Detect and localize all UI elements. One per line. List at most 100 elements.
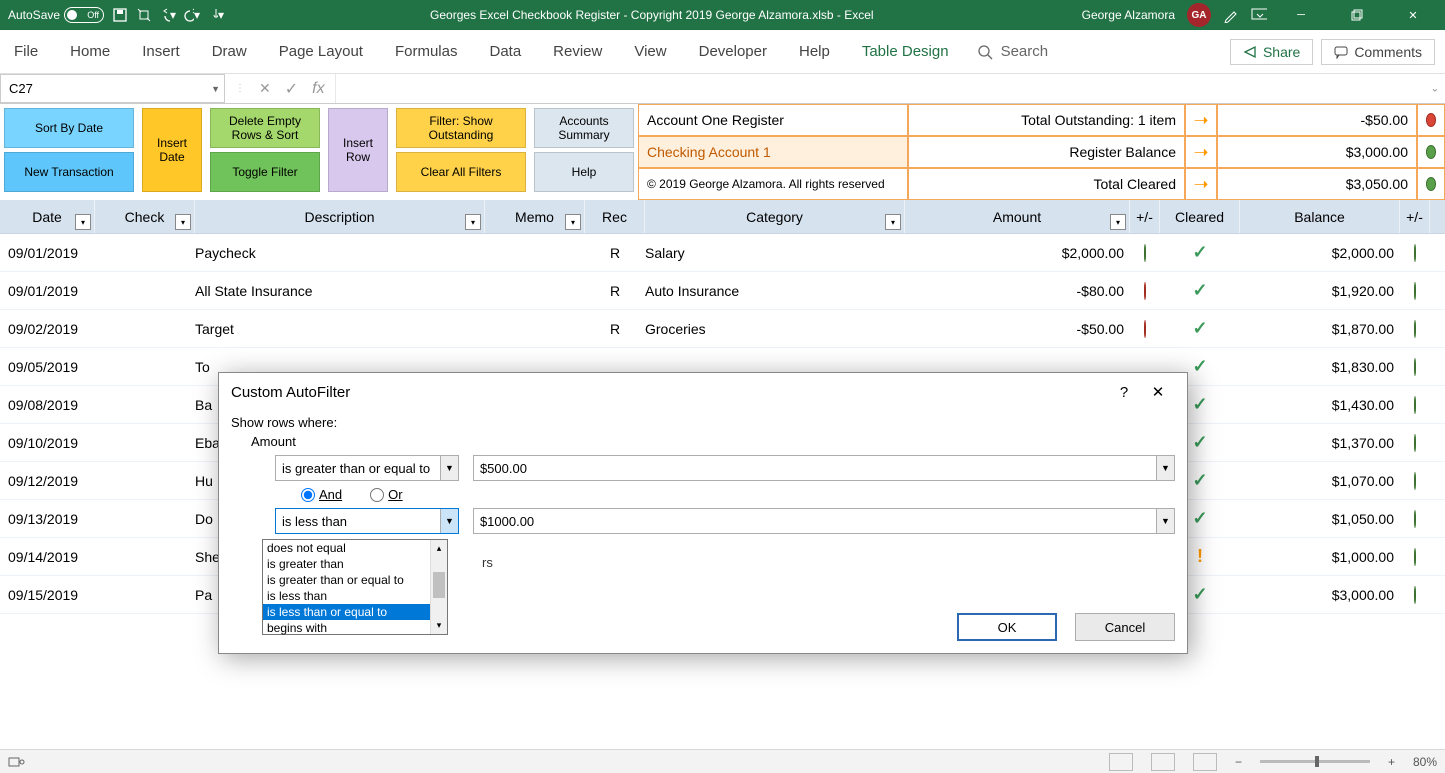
scroll-up-icon[interactable]: ▴: [431, 540, 447, 557]
share-button[interactable]: Share: [1230, 39, 1313, 65]
arrow-icon: ➝: [1185, 136, 1217, 168]
summary-r1-dot: [1417, 104, 1445, 136]
tab-home[interactable]: Home: [66, 37, 114, 66]
sort-by-date-button[interactable]: Sort By Date: [4, 108, 134, 148]
col-date[interactable]: Date▾: [0, 200, 95, 233]
col-desc[interactable]: Description▾: [195, 200, 485, 233]
undo-icon[interactable]: ▾: [160, 7, 176, 23]
col-check[interactable]: Check▾: [95, 200, 195, 233]
zoom-out-button[interactable]: −: [1235, 755, 1242, 769]
delete-empty-button[interactable]: Delete Empty Rows & Sort: [210, 108, 320, 148]
name-box[interactable]: C27▼: [0, 74, 225, 103]
summary-r2-val: $3,000.00: [1217, 136, 1417, 168]
formula-bar: C27▼ ⋮ ✕ ✓ fx ⌄: [0, 74, 1445, 104]
clear-filters-button[interactable]: Clear All Filters: [396, 152, 526, 192]
dropdown-option[interactable]: is less than or equal to: [263, 604, 447, 620]
save-icon[interactable]: [112, 7, 128, 23]
dropdown-scrollbar[interactable]: ▴ ▾: [430, 540, 447, 634]
operator1-combo[interactable]: is greater than or equal to▼: [275, 455, 459, 481]
user-name[interactable]: George Alzamora: [1082, 8, 1175, 22]
minimize-button[interactable]: ─: [1279, 0, 1323, 30]
pen-icon[interactable]: [1223, 7, 1239, 23]
summary-r3-mid: Total Cleared: [908, 168, 1185, 200]
tab-help[interactable]: Help: [795, 37, 834, 66]
search-icon: [977, 44, 993, 60]
zoom-slider[interactable]: [1260, 760, 1370, 763]
table-row[interactable]: 09/02/2019TargetRGroceries-$50.00✓$1,870…: [0, 310, 1445, 348]
autosave-toggle[interactable]: AutoSave Off: [8, 7, 104, 23]
tab-data[interactable]: Data: [485, 37, 525, 66]
redo-icon[interactable]: ▾: [184, 7, 200, 23]
tab-formulas[interactable]: Formulas: [391, 37, 462, 66]
help-button[interactable]: Help: [534, 152, 634, 192]
new-transaction-button[interactable]: New Transaction: [4, 152, 134, 192]
status-bar: − + 80%: [0, 749, 1445, 773]
tab-draw[interactable]: Draw: [208, 37, 251, 66]
tab-review[interactable]: Review: [549, 37, 606, 66]
value2-combo[interactable]: $1000.00▼: [473, 508, 1175, 534]
autosave-label: AutoSave: [8, 8, 60, 22]
restore-button[interactable]: [1335, 0, 1379, 30]
insert-row-button[interactable]: Insert Row: [328, 108, 388, 192]
accounts-summary-button[interactable]: Accounts Summary: [534, 108, 634, 148]
insert-date-button[interactable]: Insert Date: [142, 108, 202, 192]
operator-dropdown[interactable]: does not equalis greater thanis greater …: [262, 539, 448, 635]
touch-icon[interactable]: ▾: [208, 7, 224, 23]
dropdown-option[interactable]: does not equal: [263, 540, 447, 556]
arrow-icon: ➝: [1185, 168, 1217, 200]
col-memo[interactable]: Memo▾: [485, 200, 585, 233]
scroll-thumb[interactable]: [433, 572, 445, 598]
col-balance: Balance: [1240, 200, 1400, 233]
ok-button[interactable]: OK: [957, 613, 1057, 641]
toggle-switch[interactable]: Off: [64, 7, 104, 23]
table-row[interactable]: 09/01/2019All State InsuranceRAuto Insur…: [0, 272, 1445, 310]
user-avatar[interactable]: GA: [1187, 3, 1211, 27]
cancel-formula-icon[interactable]: ✕: [259, 80, 271, 97]
ribbon-tabs: File Home Insert Draw Page Layout Formul…: [0, 30, 1445, 74]
dropdown-option[interactable]: is greater than: [263, 556, 447, 572]
close-button[interactable]: ✕: [1391, 0, 1435, 30]
summary-r2-dot: [1417, 136, 1445, 168]
tab-tabledesign[interactable]: Table Design: [858, 37, 953, 66]
col-cleared[interactable]: Cleared: [1160, 200, 1240, 233]
tab-developer[interactable]: Developer: [695, 37, 771, 66]
or-radio[interactable]: Or: [370, 487, 402, 502]
operator2-combo[interactable]: is less than▼: [275, 508, 459, 534]
tab-insert[interactable]: Insert: [138, 37, 184, 66]
col-pm2: +/-: [1400, 200, 1430, 233]
arrow-icon: ➝: [1185, 104, 1217, 136]
tab-view[interactable]: View: [630, 37, 670, 66]
sync-icon[interactable]: [136, 7, 152, 23]
search-box[interactable]: Search: [977, 43, 1049, 60]
col-amount[interactable]: Amount▾: [905, 200, 1130, 233]
tab-pagelayout[interactable]: Page Layout: [275, 37, 367, 66]
toggle-filter-button[interactable]: Toggle Filter: [210, 152, 320, 192]
ribbon-options-icon[interactable]: [1251, 7, 1267, 23]
macro-toolbar: Sort By Date New Transaction Insert Date…: [0, 104, 1445, 200]
and-radio[interactable]: And: [301, 487, 342, 502]
normal-view-button[interactable]: [1109, 753, 1133, 771]
col-cat[interactable]: Category▾: [645, 200, 905, 233]
summary-r3-val: $3,050.00: [1217, 168, 1417, 200]
zoom-in-button[interactable]: +: [1388, 755, 1395, 769]
formula-input[interactable]: ⌄: [336, 74, 1445, 103]
cancel-button[interactable]: Cancel: [1075, 613, 1175, 641]
page-layout-button[interactable]: [1151, 753, 1175, 771]
filter-outstanding-button[interactable]: Filter: Show Outstanding: [396, 108, 526, 148]
value1-combo[interactable]: $500.00▼: [473, 455, 1175, 481]
dropdown-option[interactable]: is greater than or equal to: [263, 572, 447, 588]
macro-record-icon[interactable]: [8, 755, 26, 769]
table-row[interactable]: 09/01/2019PaycheckRSalary$2,000.00✓$2,00…: [0, 234, 1445, 272]
comments-button[interactable]: Comments: [1321, 39, 1435, 65]
dropdown-option[interactable]: begins with: [263, 620, 447, 636]
col-rec[interactable]: Rec: [585, 200, 645, 233]
zoom-level[interactable]: 80%: [1413, 755, 1437, 769]
page-break-button[interactable]: [1193, 753, 1217, 771]
fx-icon[interactable]: fx: [312, 80, 324, 98]
scroll-down-icon[interactable]: ▾: [431, 617, 447, 634]
dialog-close-button[interactable]: ✕: [1141, 383, 1175, 401]
tab-file[interactable]: File: [10, 37, 42, 66]
dropdown-option[interactable]: is less than: [263, 588, 447, 604]
accept-formula-icon[interactable]: ✓: [285, 79, 298, 99]
dialog-help-button[interactable]: ?: [1107, 384, 1141, 401]
